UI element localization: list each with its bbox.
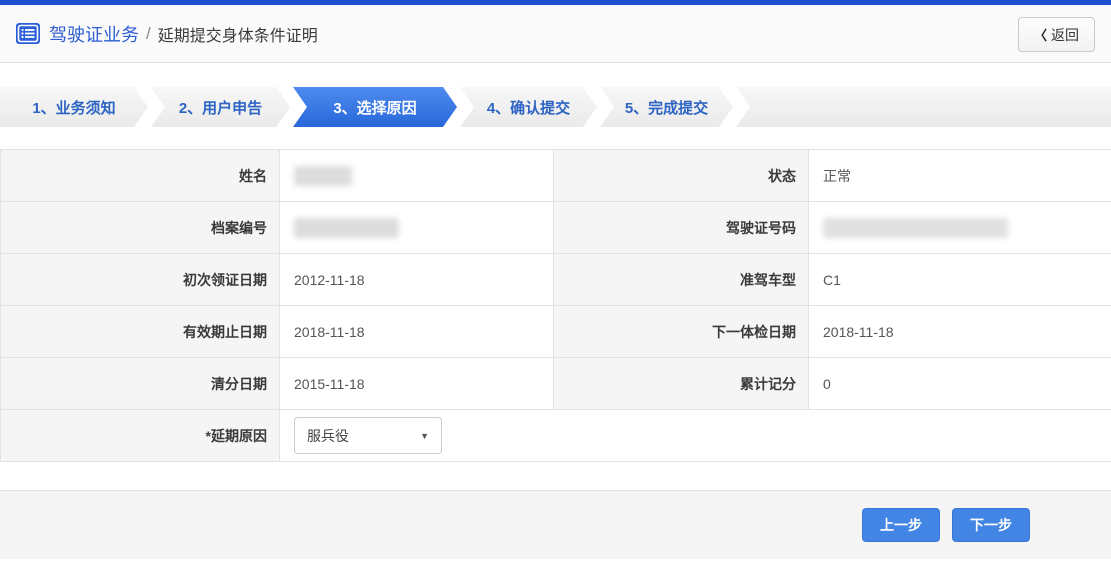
field-value-points-clear-date: 2015-11-18 bbox=[279, 357, 554, 410]
field-label-expiry-date: 有效期止日期 bbox=[0, 305, 280, 358]
footer-action-bar: 上一步 下一步 bbox=[0, 490, 1111, 559]
back-chevron-icon: 〈 bbox=[1033, 28, 1047, 43]
table-row: *延期原因 服兵役 ▼ bbox=[0, 409, 1111, 462]
step-track-filler bbox=[736, 87, 1111, 127]
defer-reason-select[interactable]: 服兵役 ▼ bbox=[294, 417, 442, 454]
table-row: 有效期止日期 2018-11-18 下一体检日期 2018-11-18 bbox=[0, 305, 1111, 358]
field-label-first-issue-date: 初次领证日期 bbox=[0, 253, 280, 306]
redacted-value bbox=[294, 217, 399, 238]
field-label-points-clear-date: 清分日期 bbox=[0, 357, 280, 410]
list-icon bbox=[16, 23, 40, 44]
field-label-name: 姓名 bbox=[0, 149, 280, 202]
table-row: 姓名 状态 正常 bbox=[0, 149, 1111, 202]
field-value-expiry-date: 2018-11-18 bbox=[279, 305, 554, 358]
step-tab-3-active[interactable]: 3、选择原因 bbox=[293, 87, 457, 127]
field-value-next-physical-date: 2018-11-18 bbox=[808, 305, 1111, 358]
back-button[interactable]: 〈 返回 bbox=[1017, 17, 1095, 52]
dropdown-arrow-icon: ▼ bbox=[420, 430, 429, 441]
field-label-next-physical-date: 下一体检日期 bbox=[553, 305, 809, 358]
field-value-status: 正常 bbox=[808, 149, 1111, 202]
step-tab-2[interactable]: 2、用户申告 bbox=[151, 87, 290, 127]
field-value-name bbox=[279, 149, 554, 202]
field-label-file-number: 档案编号 bbox=[0, 201, 280, 254]
field-label-accumulated-points: 累计记分 bbox=[553, 357, 809, 410]
field-label-license-number: 驾驶证号码 bbox=[553, 201, 809, 254]
field-value-license-number bbox=[808, 201, 1111, 254]
field-value-first-issue-date: 2012-11-18 bbox=[279, 253, 554, 306]
next-step-button[interactable]: 下一步 bbox=[952, 508, 1030, 542]
table-row: 档案编号 驾驶证号码 bbox=[0, 201, 1111, 254]
field-value-vehicle-class: C1 bbox=[808, 253, 1111, 306]
step-tab-1[interactable]: 1、业务须知 bbox=[0, 87, 148, 127]
table-row: 清分日期 2015-11-18 累计记分 0 bbox=[0, 357, 1111, 410]
redacted-value bbox=[294, 165, 352, 186]
breadcrumb-separator: / bbox=[146, 23, 151, 43]
back-button-label: 返回 bbox=[1051, 26, 1079, 43]
page-header: 驾驶证业务 / 延期提交身体条件证明 〈 返回 bbox=[0, 5, 1111, 63]
field-value-accumulated-points: 0 bbox=[808, 357, 1111, 410]
license-detail-table: 姓名 状态 正常 档案编号 驾驶证号码 初次领证日期 2012-11-18 准驾… bbox=[0, 149, 1111, 462]
field-label-vehicle-class: 准驾车型 bbox=[553, 253, 809, 306]
step-wizard: 1、业务须知 2、用户申告 3、选择原因 4、确认提交 5、完成提交 bbox=[0, 87, 1111, 127]
previous-step-button[interactable]: 上一步 bbox=[862, 508, 940, 542]
field-value-file-number bbox=[279, 201, 554, 254]
field-value-defer-reason: 服兵役 ▼ bbox=[279, 409, 1111, 462]
step-tab-5[interactable]: 5、完成提交 bbox=[600, 87, 733, 127]
redacted-value bbox=[823, 217, 1008, 238]
step-tab-4[interactable]: 4、确认提交 bbox=[460, 87, 597, 127]
defer-reason-selected-option: 服兵役 bbox=[307, 427, 349, 444]
breadcrumb-primary[interactable]: 驾驶证业务 bbox=[49, 21, 139, 47]
table-row: 初次领证日期 2012-11-18 准驾车型 C1 bbox=[0, 253, 1111, 306]
field-label-defer-reason: *延期原因 bbox=[0, 409, 280, 462]
field-label-status: 状态 bbox=[553, 149, 809, 202]
breadcrumb-secondary: 延期提交身体条件证明 bbox=[157, 27, 318, 45]
